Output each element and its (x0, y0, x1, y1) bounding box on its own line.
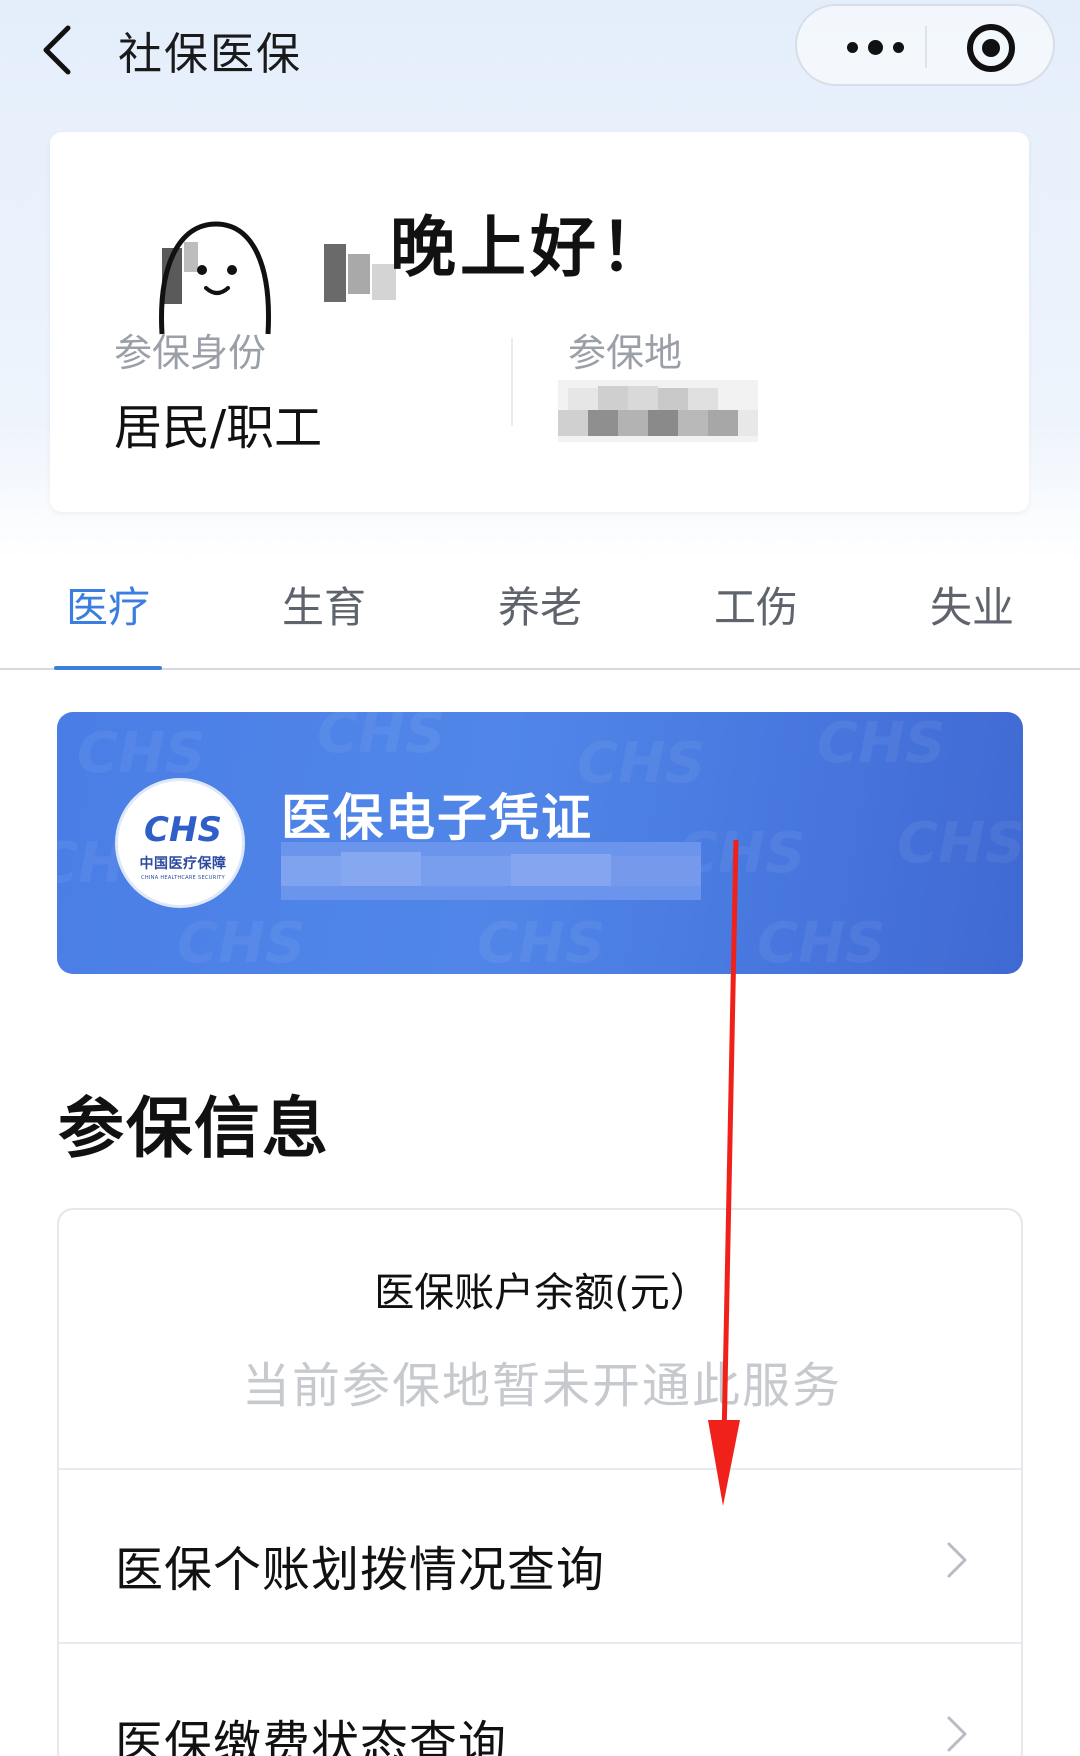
target-icon[interactable] (967, 24, 1015, 72)
e-credential-title: 医保电子凭证 (281, 789, 593, 847)
place-label: 参保地 (568, 331, 683, 375)
chs-logo: CHS 中国医疗保障 CHINA HEALTHCARE SECURITY (115, 778, 245, 908)
user-card: 晚上好！ 参保身份 居民/职工 参保地 (50, 132, 1029, 512)
svg-text:CHS: CHS (317, 712, 445, 766)
chevron-right-icon (947, 1716, 967, 1752)
section-title: 参保信息 (58, 1090, 330, 1167)
tab-medical[interactable]: 医疗 (38, 574, 178, 635)
category-tabs: 医疗 生育 养老 工伤 失业 (0, 560, 1080, 670)
annotation-arrow (708, 840, 740, 1506)
svg-text:CHS: CHS (817, 712, 945, 776)
blurred-credential-number (281, 842, 701, 900)
e-credential-card[interactable]: CHSCHSCHSCHS CHSCHSCHS CHSCHSCHS CHS 中国医… (57, 712, 1023, 974)
more-dots-icon[interactable] (825, 22, 925, 72)
chevron-right-icon (947, 1542, 967, 1578)
avatar (159, 221, 272, 335)
svg-text:CHS: CHS (477, 911, 605, 974)
list-item-allocation-query[interactable]: 医保个账划拨情况查询 (59, 1468, 1021, 1642)
mini-program-capsule (795, 4, 1055, 86)
active-tab-indicator (54, 666, 162, 670)
svg-text:CHS: CHS (577, 731, 705, 796)
svg-text:CHS: CHS (897, 811, 1023, 876)
nav-bar: 社保医保 (0, 0, 1080, 100)
capsule-divider (925, 26, 927, 68)
tab-work-injury[interactable]: 工伤 (686, 574, 826, 635)
identity-label: 参保身份 (114, 331, 267, 375)
balance-note: 当前参保地暂未开通此服务 (241, 1358, 842, 1414)
list-item-payment-status-query[interactable]: 医保缴费状态查询 (59, 1642, 1021, 1756)
insurance-info-panel: 医保账户余额(元） 当前参保地暂未开通此服务 医保个账划拨情况查询 医保缴费状态… (57, 1208, 1023, 1756)
tab-pension[interactable]: 养老 (470, 574, 610, 635)
svg-text:CHS: CHS (77, 721, 205, 786)
chevron-left-icon[interactable] (38, 22, 78, 78)
balance-title: 医保账户余额(元） (374, 1270, 710, 1316)
page-title: 社保医保 (118, 29, 302, 80)
greeting-text: 晚上好！ (390, 209, 670, 286)
info-divider (511, 338, 513, 426)
svg-text:CHS: CHS (177, 911, 305, 974)
list-item-label: 医保个账划拨情况查询 (115, 1542, 606, 1598)
tab-maternity[interactable]: 生育 (254, 574, 394, 635)
svg-text:CHS: CHS (757, 911, 885, 974)
blurred-place-value (558, 380, 758, 442)
tab-unemployment[interactable]: 失业 (902, 574, 1042, 635)
list-item-label: 医保缴费状态查询 (115, 1716, 508, 1756)
svg-text:CHS: CHS (144, 811, 222, 847)
identity-value: 居民/职工 (114, 400, 323, 456)
